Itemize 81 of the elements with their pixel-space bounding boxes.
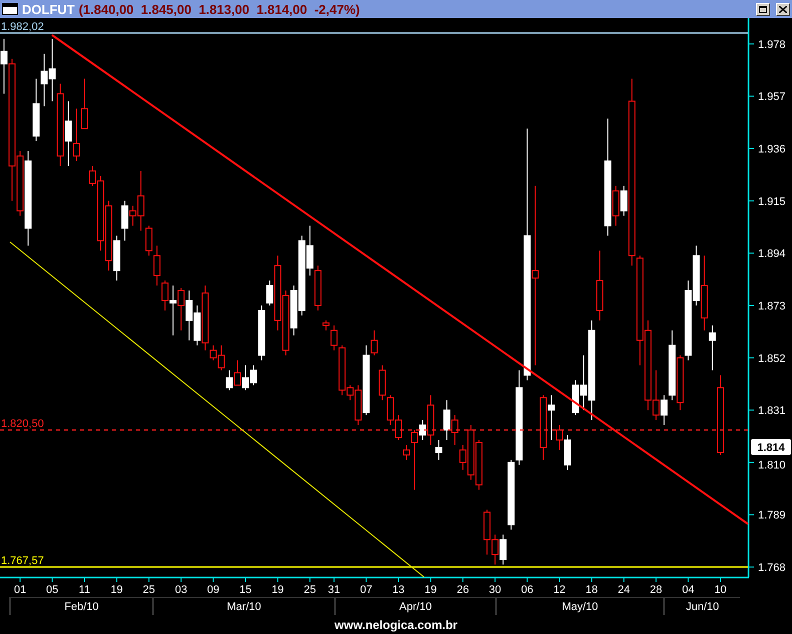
candlestick xyxy=(660,394,668,426)
month-label: Mar/10 xyxy=(152,597,334,615)
date-tick-label: 30 xyxy=(488,584,502,596)
date-tick-label: 28 xyxy=(650,584,662,596)
candlestick xyxy=(548,394,555,440)
candlestick xyxy=(708,324,716,371)
candlestick xyxy=(620,185,628,216)
price-tick-label: 1.789 xyxy=(758,510,786,522)
close-button[interactable] xyxy=(776,2,790,16)
date-tick-label: 25 xyxy=(142,584,156,596)
date-tick-label: 05 xyxy=(46,584,58,596)
candlestick xyxy=(72,108,80,162)
price-tick-label: 1.915 xyxy=(758,196,786,208)
price-tick-label: 1.936 xyxy=(758,144,786,156)
candlestick xyxy=(451,414,458,446)
candlestick xyxy=(170,285,177,336)
price-tick-label: 1.894 xyxy=(758,248,786,260)
candlestick xyxy=(266,280,274,306)
candlestick xyxy=(0,38,8,94)
candlestick xyxy=(81,78,88,130)
price-level-label: 1.982,02 xyxy=(1,21,44,33)
price-tick-label: 1.873 xyxy=(758,300,786,312)
window-icon xyxy=(2,3,18,15)
candlestick xyxy=(403,444,410,460)
candlestick xyxy=(419,420,426,440)
candlestick xyxy=(443,400,450,440)
price-level-label: 1.820,50 xyxy=(1,418,44,430)
candlestick xyxy=(532,185,539,366)
candlestick xyxy=(145,225,152,256)
month-label: Jun/10 xyxy=(663,597,740,615)
last-price-badge: 1.814 xyxy=(751,439,791,455)
date-tick-label: 19 xyxy=(424,584,437,596)
maximize-button[interactable] xyxy=(756,2,770,16)
date-tick-label: 01 xyxy=(14,584,26,596)
date-tick-label: 10 xyxy=(714,584,727,596)
price-tick-label: 1.831 xyxy=(758,405,786,418)
close-icon xyxy=(779,6,787,12)
candlestick xyxy=(178,288,185,331)
date-tick-label: 15 xyxy=(239,584,252,596)
candlestick xyxy=(435,439,442,460)
date-tick-label: 18 xyxy=(586,584,598,596)
date-tick-label: 07 xyxy=(360,584,372,596)
window-title: DOLFUT xyxy=(22,2,75,16)
candlestick xyxy=(64,100,72,166)
candlestick xyxy=(500,534,507,566)
footer-url[interactable]: www.nelogica.com.br xyxy=(334,618,458,632)
price-tick-label: 1.957 xyxy=(758,91,786,104)
candlestick xyxy=(153,245,160,286)
candlestick xyxy=(370,330,378,356)
date-tick-label: 19 xyxy=(110,584,123,596)
price-tick-label: 1.768 xyxy=(758,562,786,574)
date-tick-label: 06 xyxy=(521,584,534,596)
candlestick xyxy=(322,320,330,331)
month-label: Feb/10 xyxy=(9,597,152,615)
price-tick-label: 1.978 xyxy=(758,38,786,51)
date-tick-label: 11 xyxy=(78,584,90,596)
date-tick-label: 09 xyxy=(207,584,220,596)
candlestick xyxy=(162,280,168,311)
month-label: May/10 xyxy=(495,597,663,615)
date-tick-label: 19 xyxy=(272,584,284,596)
candlestick xyxy=(330,324,338,351)
price-tick-label: 1.852 xyxy=(758,352,786,365)
date-tick-label: 12 xyxy=(553,584,566,596)
date-tick-label: 13 xyxy=(392,584,405,596)
date-tick-label: 04 xyxy=(682,584,694,596)
candlestick xyxy=(411,430,418,490)
candlestick xyxy=(226,370,233,391)
price-level-label: 1.767,57 xyxy=(1,555,44,567)
price-tick-label: 1.810 xyxy=(758,459,786,472)
date-tick-label: 26 xyxy=(456,584,469,596)
quote-summary: (1.840,00 1.845,00 1.813,00 1.814,00 -2,47%) xyxy=(78,2,361,16)
candlestick xyxy=(556,424,563,450)
trend-line[interactable] xyxy=(51,34,749,525)
candlestick xyxy=(234,360,241,386)
month-label: Apr/10 xyxy=(334,597,495,615)
date-tick-label: 25 xyxy=(304,584,316,596)
date-tick-label: 31 xyxy=(328,584,340,596)
date-tick-label: 24 xyxy=(618,584,630,596)
date-tick-label: 03 xyxy=(174,584,188,596)
maximize-icon xyxy=(759,6,767,12)
candlestick xyxy=(121,200,128,242)
